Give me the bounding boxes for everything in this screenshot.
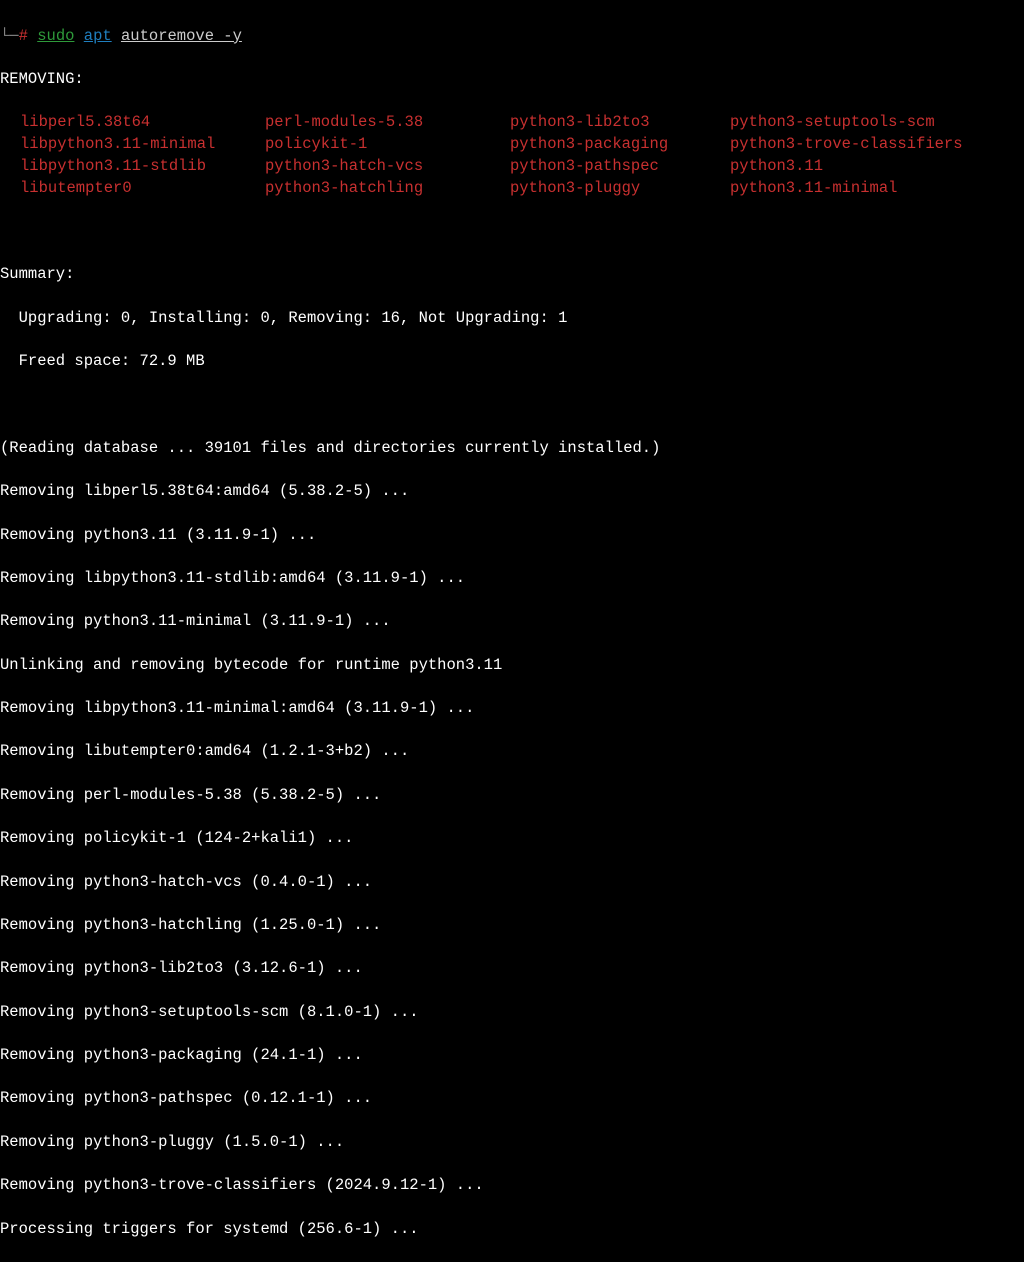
cmd-sudo: sudo — [37, 27, 74, 45]
package-table: libperl5.38t64perl-modules-5.38python3-l… — [0, 112, 1024, 199]
pkg-cell: libperl5.38t64 — [20, 112, 265, 134]
log-line: Removing python3.11-minimal (3.11.9-1) .… — [0, 611, 1024, 633]
summary-header: Summary: — [0, 264, 1024, 286]
log-line: Removing python3-hatch-vcs (0.4.0-1) ... — [0, 872, 1024, 894]
log-line: Unlinking and removing bytecode for runt… — [0, 655, 1024, 677]
log-line: Removing python3-trove-classifiers (2024… — [0, 1175, 1024, 1197]
summary-counts: Upgrading: 0, Installing: 0, Removing: 1… — [0, 308, 1024, 330]
pkg-cell: python3-lib2to3 — [510, 112, 730, 134]
pkg-cell: python3.11-minimal — [730, 178, 1024, 200]
log-line: Removing policykit-1 (124-2+kali1) ... — [0, 828, 1024, 850]
blank-line — [0, 221, 1024, 243]
pkg-cell: python3-setuptools-scm — [730, 112, 1024, 134]
pkg-cell: python3-pluggy — [510, 178, 730, 200]
blank-line — [0, 394, 1024, 416]
prompt-line: └─# sudo apt autoremove -y — [0, 26, 1024, 48]
log-line: Removing python3-hatchling (1.25.0-1) ..… — [0, 915, 1024, 937]
removing-header: REMOVING: — [0, 69, 1024, 91]
log-line: Removing python3-packaging (24.1-1) ... — [0, 1045, 1024, 1067]
log-line: Removing libpython3.11-stdlib:amd64 (3.1… — [0, 568, 1024, 590]
log-line: Removing python3-lib2to3 (3.12.6-1) ... — [0, 958, 1024, 980]
pkg-cell: libutempter0 — [20, 178, 265, 200]
pkg-cell: libpython3.11-minimal — [20, 134, 265, 156]
log-line: Removing python3-pluggy (1.5.0-1) ... — [0, 1132, 1024, 1154]
log-line: Removing libutempter0:amd64 (1.2.1-3+b2)… — [0, 741, 1024, 763]
cmd-apt: apt — [84, 27, 112, 45]
pkg-cell: libpython3.11-stdlib — [20, 156, 265, 178]
cmd-args: autoremove -y — [121, 27, 242, 45]
log-line: Removing perl-modules-5.38 (5.38.2-5) ..… — [0, 785, 1024, 807]
pkg-cell: python3-pathspec — [510, 156, 730, 178]
pkg-cell: python3-packaging — [510, 134, 730, 156]
log-line: Removing libpython3.11-minimal:amd64 (3.… — [0, 698, 1024, 720]
log-line: Removing python3-setuptools-scm (8.1.0-1… — [0, 1002, 1024, 1024]
log-line: Removing python3-pathspec (0.12.1-1) ... — [0, 1088, 1024, 1110]
pkg-cell: python3.11 — [730, 156, 1024, 178]
log-line: (Reading database ... 39101 files and di… — [0, 438, 1024, 460]
pkg-cell: python3-hatch-vcs — [265, 156, 510, 178]
prompt-tree-icon: └─ — [0, 27, 19, 45]
log-line: Removing python3.11 (3.11.9-1) ... — [0, 525, 1024, 547]
pkg-cell: python3-trove-classifiers — [730, 134, 1024, 156]
pkg-cell: policykit-1 — [265, 134, 510, 156]
log-line: Processing triggers for systemd (256.6-1… — [0, 1219, 1024, 1241]
log-line: Removing libperl5.38t64:amd64 (5.38.2-5)… — [0, 481, 1024, 503]
pkg-cell: perl-modules-5.38 — [265, 112, 510, 134]
terminal-output[interactable]: └─# sudo apt autoremove -y REMOVING: lib… — [0, 4, 1024, 1262]
prompt-hash: # — [19, 27, 28, 45]
pkg-cell: python3-hatchling — [265, 178, 510, 200]
summary-space: Freed space: 72.9 MB — [0, 351, 1024, 373]
